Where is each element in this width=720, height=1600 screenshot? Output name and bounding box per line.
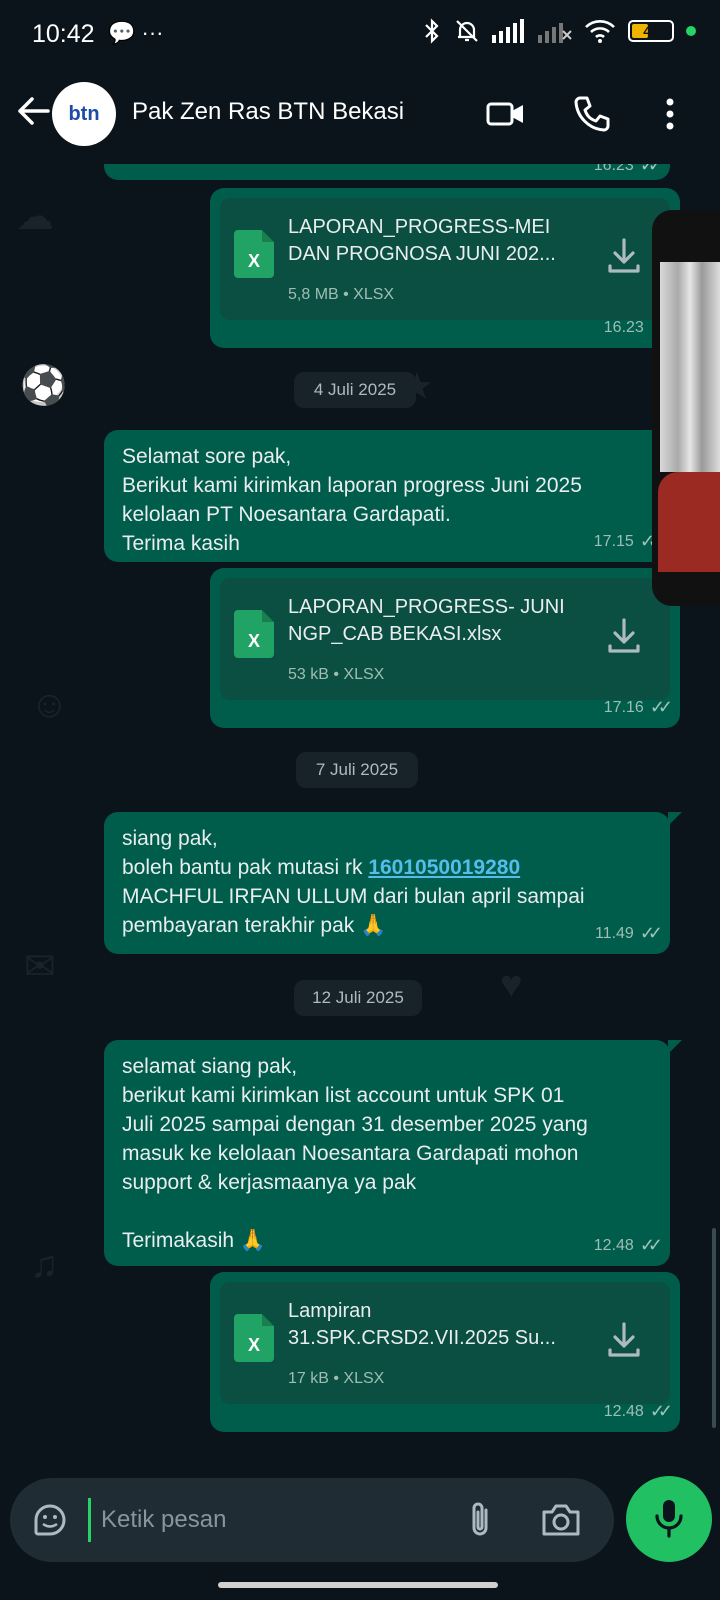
signal-2-icon bbox=[538, 23, 572, 43]
file-card[interactable]: X Lampiran 31.SPK.CRSD2.VII.2025 Su... 1… bbox=[220, 1282, 670, 1404]
file-meta: 53 kB • XLSX bbox=[288, 666, 385, 683]
wallpaper-doodle: ☺ bbox=[30, 684, 69, 726]
file-card[interactable]: X LAPORAN_PROGRESS-MEI DAN PROGNOSA JUNI… bbox=[220, 198, 670, 320]
pip-video-frame bbox=[658, 472, 720, 572]
pip-video-window[interactable] bbox=[652, 210, 720, 606]
wallpaper-doodle: ♥ bbox=[500, 964, 523, 1006]
status-bar: 10:42 💬 ··· 41 bbox=[0, 0, 720, 70]
back-arrow-icon[interactable] bbox=[12, 90, 54, 132]
excel-file-icon: X bbox=[234, 610, 274, 658]
mic-icon bbox=[655, 1500, 683, 1538]
wallpaper-doodle: ✉ bbox=[24, 946, 56, 988]
read-ticks-icon: ✓✓ bbox=[639, 1235, 663, 1255]
gesture-nav-handle[interactable] bbox=[218, 1582, 498, 1588]
contact-name[interactable]: Pak Zen Ras BTN Bekasi bbox=[132, 98, 404, 126]
mic-button[interactable] bbox=[626, 1476, 712, 1562]
text-message[interactable]: siang pak, boleh bantu pak mutasi rk 160… bbox=[104, 812, 682, 954]
video-call-icon[interactable] bbox=[486, 94, 526, 134]
excel-file-icon: X bbox=[234, 230, 274, 278]
wallpaper-doodle: ☁ bbox=[16, 196, 54, 238]
message-input[interactable] bbox=[88, 1498, 448, 1542]
pip-video-frame bbox=[660, 262, 720, 472]
message-time: 12.48 ✓✓ bbox=[593, 1235, 663, 1255]
privacy-dot bbox=[686, 26, 696, 36]
file-message[interactable]: X LAPORAN_PROGRESS- JUNI NGP_CAB BEKASI.… bbox=[210, 568, 680, 728]
file-card[interactable]: X LAPORAN_PROGRESS- JUNI NGP_CAB BEKASI.… bbox=[220, 578, 670, 700]
read-ticks-icon: ✓✓ bbox=[649, 1401, 673, 1421]
file-message[interactable]: X Lampiran 31.SPK.CRSD2.VII.2025 Su... 1… bbox=[210, 1272, 680, 1432]
status-time: 10:42 bbox=[32, 20, 95, 48]
notification-icons: 💬 ··· bbox=[108, 20, 164, 45]
wifi-icon bbox=[585, 20, 615, 43]
read-ticks-icon: ✓✓ bbox=[639, 923, 663, 943]
wallpaper-doodle: ♫ bbox=[30, 1244, 59, 1286]
avatar[interactable]: btn bbox=[52, 82, 116, 146]
scrollbar[interactable] bbox=[712, 1228, 716, 1428]
wallpaper-doodle: ⚽ bbox=[20, 365, 68, 407]
message-composer bbox=[10, 1478, 614, 1562]
chat-area[interactable]: ☁ ⚽ ☺ ✉ ♫ ★ ♥ ☂ 16.23✓✓ X LAPORAN_PROGRE… bbox=[0, 164, 720, 1464]
message-time: 12.48 ✓✓ bbox=[603, 1401, 673, 1421]
date-separator: 12 Juli 2025 bbox=[294, 980, 422, 1016]
account-number-link[interactable]: 1601050019280 bbox=[368, 856, 520, 879]
download-icon[interactable] bbox=[604, 1320, 644, 1360]
file-meta: 17 kB • XLSX bbox=[288, 1370, 385, 1387]
battery-percent: 41 bbox=[643, 23, 659, 39]
chat-header: btn Pak Zen Ras BTN Bekasi bbox=[0, 70, 720, 164]
file-name: LAPORAN_PROGRESS-MEI DAN PROGNOSA JUNI 2… bbox=[288, 216, 556, 265]
date-separator: 4 Juli 2025 bbox=[294, 372, 416, 408]
message-time: 17.16 ✓✓ bbox=[603, 697, 673, 717]
message-time: 11.49 ✓✓ bbox=[594, 923, 663, 943]
message-bubble-partial[interactable]: 16.23 ✓✓ bbox=[104, 164, 670, 180]
file-name: LAPORAN_PROGRESS- JUNI NGP_CAB BEKASI.xl… bbox=[288, 596, 565, 645]
camera-icon[interactable] bbox=[540, 1500, 582, 1540]
file-meta: 5,8 MB • XLSX bbox=[288, 286, 395, 303]
message-text: selamat siang pak, berikut kami kirimkan… bbox=[122, 1055, 588, 1252]
text-message[interactable]: selamat siang pak, berikut kami kirimkan… bbox=[104, 1040, 682, 1266]
excel-file-icon: X bbox=[234, 1314, 274, 1362]
mute-bell-icon bbox=[456, 20, 478, 42]
file-name: Lampiran 31.SPK.CRSD2.VII.2025 Su... bbox=[288, 1300, 556, 1349]
status-icons: 41 bbox=[422, 18, 696, 44]
message-time: 17.15 ✓✓ bbox=[593, 531, 663, 551]
bluetooth-icon bbox=[425, 18, 439, 44]
read-ticks-icon: ✓✓ bbox=[649, 697, 673, 717]
more-menu-icon[interactable] bbox=[650, 94, 690, 134]
file-message[interactable]: X LAPORAN_PROGRESS-MEI DAN PROGNOSA JUNI… bbox=[210, 188, 680, 348]
signal-icon bbox=[492, 19, 524, 43]
battery-icon: 41 bbox=[628, 20, 674, 42]
message-time: 16.23✓✓ bbox=[594, 164, 663, 176]
sticker-icon[interactable] bbox=[30, 1500, 70, 1540]
voice-call-icon[interactable] bbox=[572, 94, 612, 134]
avatar-logo: btn bbox=[68, 102, 100, 125]
download-icon[interactable] bbox=[604, 616, 644, 656]
message-text: Selamat sore pak, Berikut kami kirimkan … bbox=[122, 445, 582, 555]
text-message[interactable]: Selamat sore pak, Berikut kami kirimkan … bbox=[104, 430, 682, 562]
download-icon[interactable] bbox=[604, 236, 644, 276]
read-ticks-icon: ✓✓ bbox=[639, 164, 663, 175]
message-text: siang pak, boleh bantu pak mutasi rk 160… bbox=[122, 827, 585, 937]
attach-icon[interactable] bbox=[462, 1500, 498, 1540]
date-separator: 7 Juli 2025 bbox=[296, 752, 418, 788]
